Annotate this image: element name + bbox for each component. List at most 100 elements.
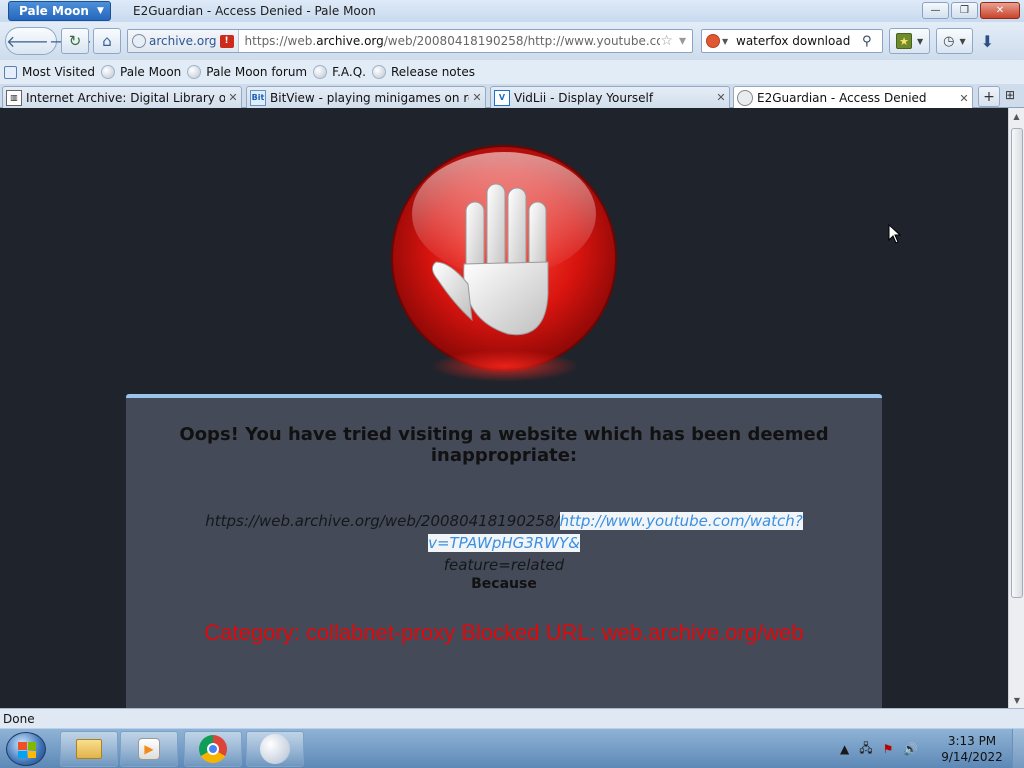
tab-vidlii[interactable]: V VidLii - Display Yourself ✕ — [490, 86, 730, 108]
url-bar[interactable]: archive.org ! https://web.archive.org/we… — [127, 29, 693, 53]
pale-moon-icon — [372, 65, 386, 79]
taskbar-explorer[interactable] — [60, 731, 118, 767]
page-heading: Oops! You have tried visiting a website … — [179, 424, 829, 466]
scroll-up-arrow-icon[interactable]: ▲ — [1009, 108, 1024, 124]
tab-title: BitView - playing minigames on rob... — [270, 90, 469, 105]
tray-expand-icon[interactable]: ▲ — [840, 742, 849, 756]
status-bar: Done — [0, 708, 1024, 728]
clock-icon: ◷ — [943, 33, 955, 49]
close-tab-icon[interactable]: ✕ — [469, 91, 485, 104]
volume-icon[interactable]: 🔊 — [903, 742, 918, 756]
bookmark-faq[interactable]: F.A.Q. — [313, 65, 366, 79]
blocked-url-plain: https://web.archive.org/web/200804181902… — [205, 512, 560, 530]
start-button[interactable] — [6, 732, 46, 766]
bookmarks-star-icon: ★ — [896, 33, 912, 49]
url-input[interactable]: https://web.archive.org/web/200804181902… — [239, 34, 661, 48]
new-tab-button[interactable]: + — [978, 86, 1000, 107]
duckduckgo-icon — [706, 34, 720, 48]
vidlii-icon: V — [494, 89, 510, 106]
bookmark-star-icon[interactable]: ☆ — [660, 33, 673, 49]
tab-internet-archive[interactable]: ▥ Internet Archive: Digital Library of F… — [2, 86, 242, 108]
taskbar-media-player[interactable]: ▶ — [120, 731, 178, 767]
tab-e2guardian[interactable]: E2Guardian - Access Denied ✕ — [733, 86, 973, 109]
home-icon: ⌂ — [102, 32, 112, 50]
back-forward-group: 🡐 🡒 — [5, 27, 92, 55]
bitview-icon: Bit — [250, 89, 266, 106]
bookmark-most-visited[interactable]: Most Visited — [4, 65, 95, 79]
window-controls: — ❐ ✕ — [922, 2, 1020, 19]
bookmark-pale-moon-forum[interactable]: Pale Moon forum — [187, 65, 307, 79]
title-bar: Pale Moon ▼ E2Guardian - Access Denied -… — [0, 0, 1024, 22]
reload-button[interactable]: ↻ — [61, 28, 89, 54]
show-desktop-button[interactable] — [1012, 729, 1024, 768]
bookmark-label: Most Visited — [22, 65, 96, 79]
bookmarks-toolbar: Most Visited Pale Moon Pale Moon forum F… — [0, 60, 1024, 84]
scrollbar-thumb[interactable] — [1011, 128, 1023, 598]
navigation-toolbar: 🡐 🡒 ↻ ⌂ archive.org ! https://web.archiv… — [0, 22, 1024, 60]
tab-strip: ▥ Internet Archive: Digital Library of F… — [0, 84, 1024, 109]
tab-bitview[interactable]: Bit BitView - playing minigames on rob..… — [246, 86, 486, 108]
search-bar[interactable]: ▼ waterfox download ⚲ — [701, 29, 883, 53]
bookmark-pale-moon[interactable]: Pale Moon — [101, 65, 181, 79]
url-domain: archive.org — [316, 34, 384, 48]
bookmarks-button[interactable]: ★ ▼ — [889, 28, 931, 54]
back-arrow-icon[interactable]: 🡐 — [6, 31, 49, 51]
windows-logo-icon — [18, 742, 36, 758]
folder-icon — [76, 739, 102, 759]
pale-moon-icon — [260, 734, 290, 764]
taskbar-clock[interactable]: 3:13 PM 9/14/2022 — [936, 733, 1008, 765]
app-menu-button[interactable]: Pale Moon ▼ — [8, 1, 111, 21]
network-icon[interactable]: 🖧 — [859, 739, 872, 760]
internet-archive-icon: ▥ — [6, 89, 22, 106]
bookmark-release-notes[interactable]: Release notes — [372, 65, 475, 79]
history-button[interactable]: ◷ ▼ — [936, 28, 973, 54]
url-path: /web/20080418190258/http://www.youtube.c… — [383, 34, 661, 48]
blocked-url-tail: feature=related — [443, 556, 565, 574]
app-menu-label: Pale Moon — [19, 4, 89, 18]
close-tab-icon[interactable]: ✕ — [713, 91, 729, 104]
media-player-icon: ▶ — [138, 738, 160, 760]
close-tab-icon[interactable]: ✕ — [956, 92, 972, 105]
because-label: Because — [471, 576, 537, 592]
bookmark-label: Pale Moon forum — [206, 65, 308, 79]
system-tray: ▲ 🖧 ⚑ 🔊 — [840, 729, 918, 768]
most-visited-icon — [4, 65, 17, 79]
pale-moon-icon — [101, 65, 116, 79]
chevron-down-icon: ▼ — [722, 36, 729, 46]
block-reason: Category: collabnet-proxy Blocked URL: w… — [204, 620, 804, 645]
site-identity-button[interactable]: archive.org ! — [128, 30, 239, 52]
search-engine-selector[interactable]: ▼ — [702, 34, 732, 48]
chevron-down-icon: ▼ — [96, 6, 104, 16]
bookmark-label: F.A.Q. — [332, 65, 366, 79]
window-title: E2Guardian - Access Denied - Pale Moon — [133, 4, 376, 18]
mouse-cursor-icon — [888, 224, 902, 244]
close-tab-icon[interactable]: ✕ — [225, 91, 241, 104]
message-panel: Oops! You have tried visiting a website … — [126, 394, 882, 708]
tab-title: E2Guardian - Access Denied — [757, 91, 927, 105]
globe-icon — [132, 34, 146, 48]
warning-badge-icon: ! — [219, 34, 234, 48]
stop-hand-icon — [391, 145, 617, 371]
close-window-button[interactable]: ✕ — [980, 2, 1020, 19]
action-center-icon[interactable]: ⚑ — [883, 742, 894, 756]
home-button[interactable]: ⌂ — [93, 28, 121, 54]
download-icon[interactable]: ⬇ — [981, 32, 994, 51]
taskbar-chrome[interactable] — [184, 731, 242, 767]
pale-moon-icon — [187, 65, 202, 79]
minimize-button[interactable]: — — [922, 2, 949, 19]
dropdown-arrow-icon[interactable]: ▾ — [679, 33, 686, 49]
search-icon[interactable]: ⚲ — [862, 34, 882, 49]
chevron-down-icon: ▼ — [917, 36, 924, 46]
status-text: Done — [3, 711, 35, 726]
url-prefix: https://web. — [244, 34, 317, 48]
shadow-glow — [430, 350, 580, 382]
page-content: Oops! You have tried visiting a website … — [0, 108, 1008, 708]
reload-icon: ↻ — [68, 32, 82, 50]
scroll-down-arrow-icon[interactable]: ▼ — [1009, 692, 1024, 708]
taskbar-pale-moon[interactable] — [246, 731, 304, 767]
taskbar: ▶ ▲ 🖧 ⚑ 🔊 3:13 PM 9/14/2022 — [0, 728, 1024, 768]
tab-list-icon[interactable]: ⊞ — [1005, 88, 1015, 102]
vertical-scrollbar[interactable]: ▲ ▼ — [1008, 108, 1024, 708]
maximize-button[interactable]: ❐ — [951, 2, 978, 19]
search-input[interactable]: waterfox download — [732, 34, 862, 48]
